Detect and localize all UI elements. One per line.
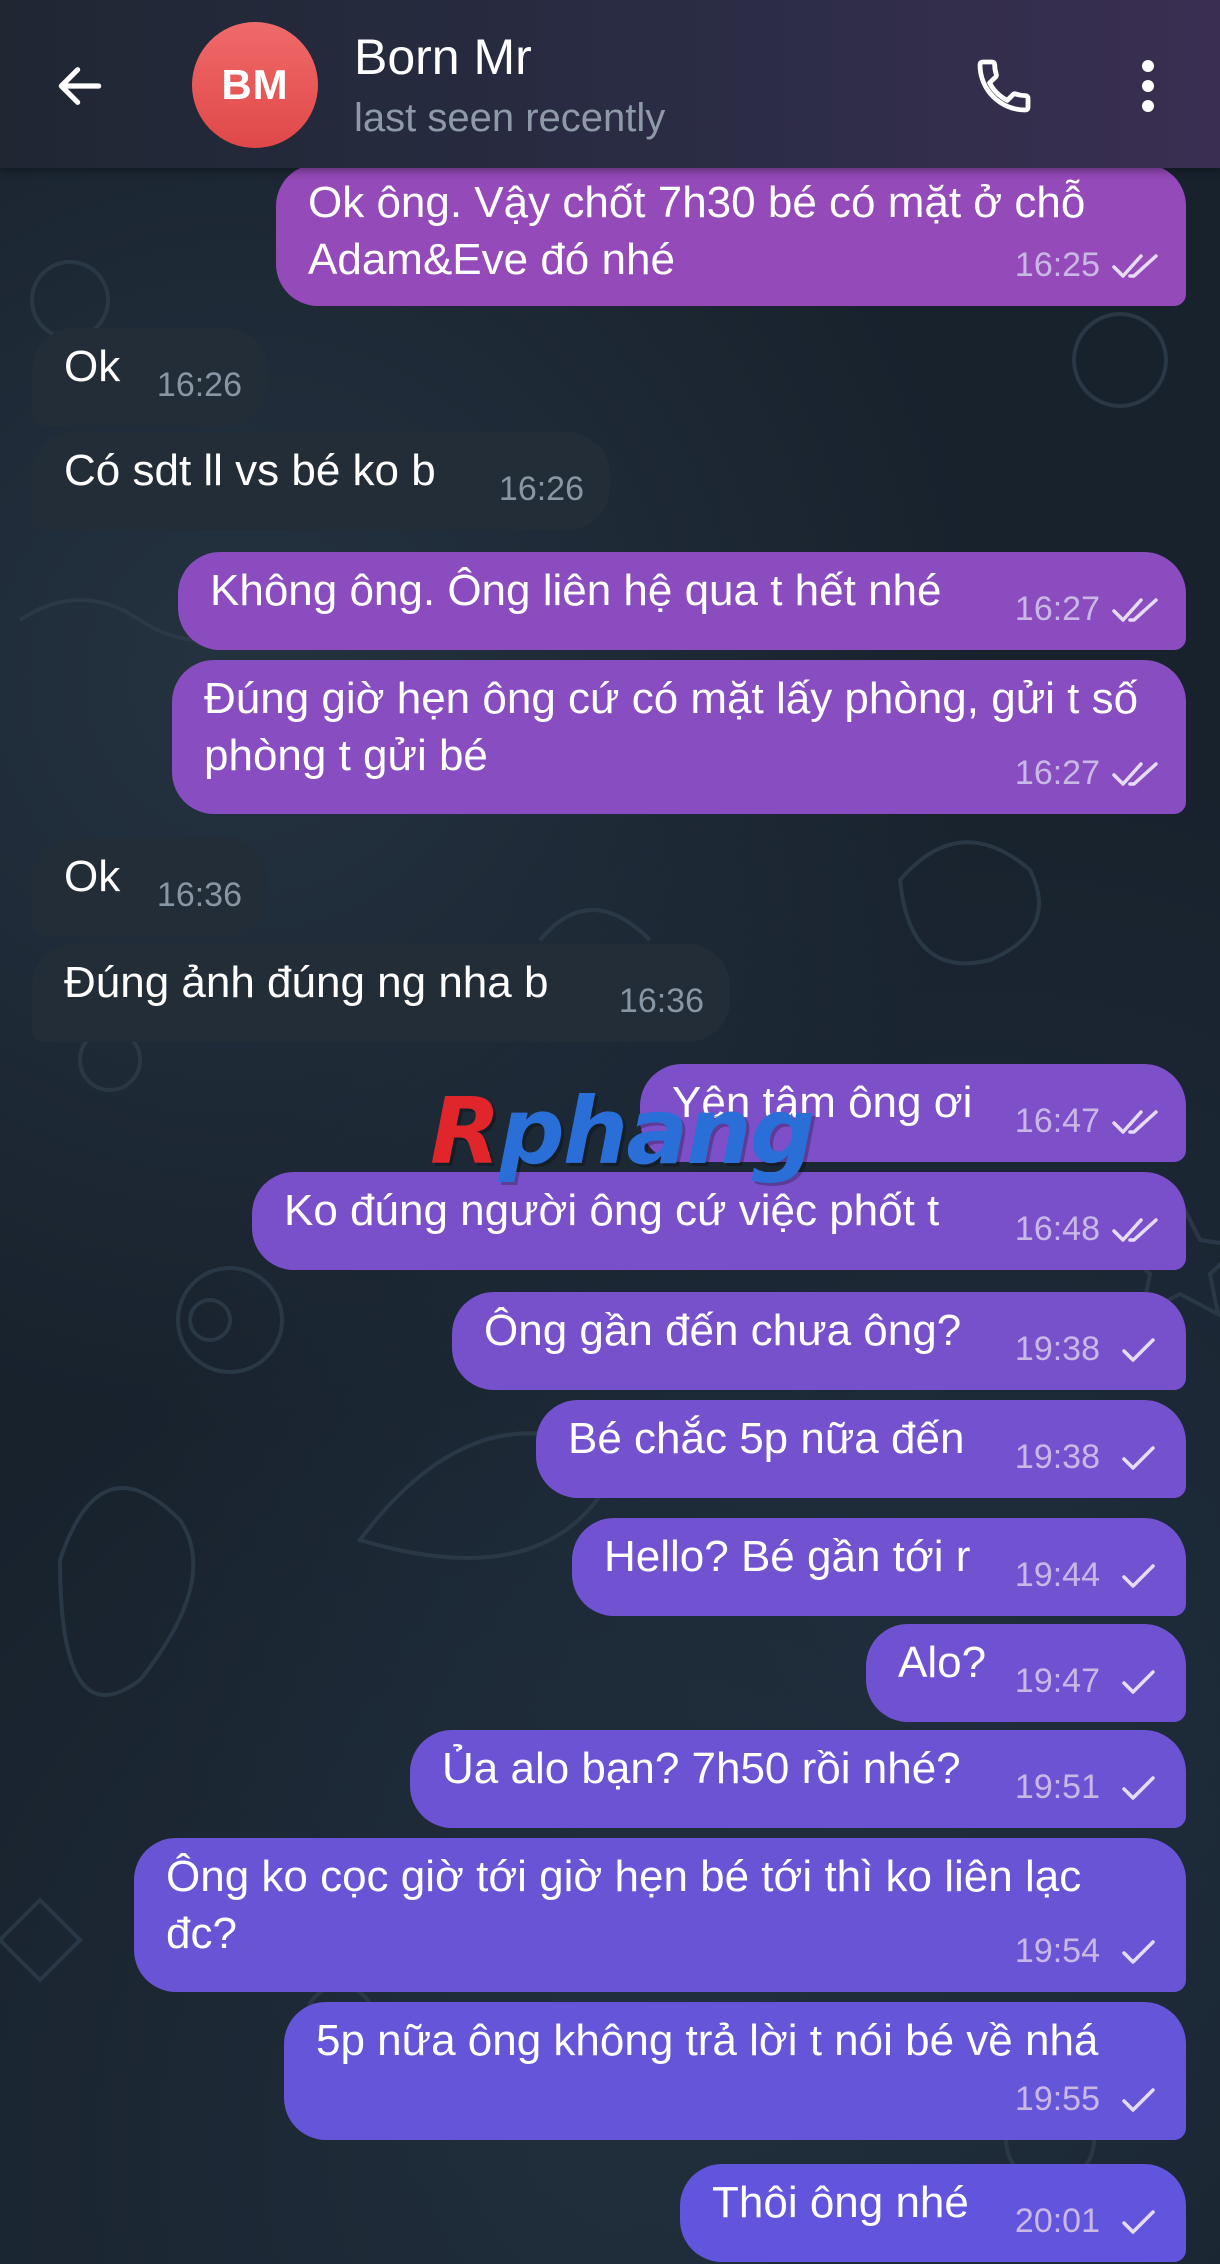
message-text: Ok ông. Vậy chốt 7h30 bé có mặt ở chỗ Ad…: [308, 178, 1086, 284]
message-text: Không ông. Ông liên hệ qua t hết nhé: [210, 566, 942, 615]
message-text: 5p nữa ông không trả lời t nói bé về nhá: [316, 2016, 1099, 2065]
outgoing-message[interactable]: Ông gần đến chưa ông? 19:38: [452, 1292, 1186, 1390]
outgoing-message[interactable]: 5p nữa ông không trả lời t nói bé về nhá…: [284, 2002, 1186, 2140]
outgoing-message[interactable]: Alo? 19:47: [866, 1624, 1186, 1722]
message-text: Alo?: [898, 1638, 987, 1687]
outgoing-message[interactable]: Hello? Bé gần tới r 19:44: [572, 1518, 1186, 1616]
message-time: 19:38: [1014, 1330, 1100, 1368]
incoming-message[interactable]: Ok 16:26: [32, 328, 268, 426]
message-text: Ông ko cọc giờ tới giờ hẹn bé tới thì ko…: [166, 1852, 1082, 1958]
message-meta: 16:36: [619, 973, 704, 1030]
message-meta: 16:27: [1015, 745, 1162, 802]
message-meta: 16:25: [1015, 237, 1162, 294]
message-time: 16:36: [156, 876, 242, 914]
message-time: 19:55: [1014, 2080, 1100, 2118]
message-text: Đúng giờ hẹn ông cứ có mặt lấy phòng, gử…: [204, 674, 1139, 780]
contact-name[interactable]: Born Mr: [354, 28, 532, 86]
message-text: Ông gần đến chưa ông?: [484, 1306, 962, 1355]
contact-status: last seen recently: [354, 96, 666, 140]
double-check-icon: [1112, 253, 1158, 278]
check-icon: [1122, 1337, 1155, 1362]
incoming-message[interactable]: Ok 16:36: [32, 838, 268, 936]
message-time: 16:48: [1014, 1210, 1100, 1248]
message-meta: 16:27: [1015, 581, 1162, 638]
message-time: 16:26: [156, 366, 242, 404]
message-time: 16:27: [1014, 590, 1100, 628]
message-text: Hello? Bé gần tới r: [604, 1532, 971, 1581]
check-icon: [1122, 1939, 1155, 1964]
outgoing-message[interactable]: Không ông. Ông liên hệ qua t hết nhé 16:2…: [178, 552, 1186, 650]
check-icon: [1122, 1669, 1155, 1694]
message-text: Ok: [64, 852, 121, 901]
outgoing-message[interactable]: Ko đúng người ông cứ việc phốt t 16:48: [252, 1172, 1186, 1270]
message-time: 16:47: [1014, 1102, 1100, 1140]
incoming-message[interactable]: Có sdt ll vs bé ko b 16:26: [32, 432, 610, 530]
outgoing-message[interactable]: Ok ông. Vậy chốt 7h30 bé có mặt ở chỗ Ad…: [276, 164, 1186, 306]
message-meta: 19:55: [1015, 2071, 1162, 2128]
watermark-logo: Rphang: [430, 1078, 816, 1185]
phone-icon: [977, 59, 1031, 113]
avatar-initials: BM: [221, 61, 289, 108]
message-meta: 19:38: [1015, 1429, 1162, 1486]
check-icon: [1122, 1563, 1155, 1588]
double-check-icon: [1112, 1109, 1158, 1134]
outgoing-message[interactable]: Đúng giờ hẹn ông cứ có mặt lấy phòng, gử…: [172, 660, 1186, 814]
double-check-icon: [1112, 597, 1158, 622]
contact-avatar[interactable]: BM: [192, 22, 318, 148]
message-meta: 19:54: [1015, 1923, 1162, 1980]
message-meta: 19:51: [1015, 1759, 1162, 1816]
message-text: Đúng ảnh đúng ng nha b: [64, 958, 549, 1007]
message-time: 19:44: [1014, 1556, 1100, 1594]
message-time: 20:01: [1014, 2202, 1100, 2240]
message-meta: 16:26: [499, 461, 584, 518]
check-icon: [1122, 1775, 1155, 1800]
message-text: Ủa alo bạn? 7h50 rồi nhé?: [442, 1744, 961, 1793]
message-time: 16:26: [498, 470, 584, 508]
message-time: 19:38: [1014, 1438, 1100, 1476]
incoming-message[interactable]: Đúng ảnh đúng ng nha b 16:36: [32, 944, 730, 1042]
message-meta: 19:38: [1015, 1321, 1162, 1378]
message-meta: 16:48: [1015, 1201, 1162, 1258]
message-time: 16:25: [1014, 246, 1100, 284]
call-button[interactable]: [966, 48, 1042, 124]
message-text: Ok: [64, 342, 121, 391]
message-text: Ko đúng người ông cứ việc phốt t: [284, 1186, 940, 1235]
chat-header: BM Born Mr last seen recently: [0, 0, 1220, 168]
outgoing-message[interactable]: Ủa alo bạn? 7h50 rồi nhé? 19:51: [410, 1730, 1186, 1828]
message-meta: 16:47: [1015, 1093, 1162, 1150]
check-icon: [1122, 2209, 1155, 2234]
message-meta: 19:44: [1015, 1547, 1162, 1604]
outgoing-message[interactable]: Bé chắc 5p nữa đến 19:38: [536, 1400, 1186, 1498]
message-meta: 20:01: [1015, 2193, 1162, 2250]
outgoing-message[interactable]: Ông ko cọc giờ tới giờ hẹn bé tới thì ko…: [134, 1838, 1186, 1992]
message-time: 16:27: [1014, 754, 1100, 792]
message-text: Bé chắc 5p nữa đến: [568, 1414, 965, 1463]
message-time: 19:51: [1014, 1768, 1100, 1806]
check-icon: [1122, 2087, 1155, 2112]
message-time: 19:47: [1014, 1662, 1100, 1700]
double-check-icon: [1112, 761, 1158, 786]
back-button[interactable]: [44, 50, 116, 122]
message-text: Thôi ông nhé: [712, 2178, 969, 2227]
message-meta: 16:26: [157, 357, 242, 414]
more-options-button[interactable]: [1112, 48, 1184, 124]
check-icon: [1122, 1445, 1155, 1470]
message-meta: 19:47: [1015, 1653, 1162, 1710]
message-meta: 16:36: [157, 867, 242, 924]
double-check-icon: [1112, 1217, 1158, 1242]
outgoing-message[interactable]: Thôi ông nhé 20:01: [680, 2164, 1186, 2262]
message-time: 16:36: [618, 982, 704, 1020]
more-vertical-icon: [1142, 60, 1154, 112]
message-text: Có sdt ll vs bé ko b: [64, 446, 436, 495]
message-time: 19:54: [1014, 1932, 1100, 1970]
arrow-left-icon: [58, 67, 102, 105]
